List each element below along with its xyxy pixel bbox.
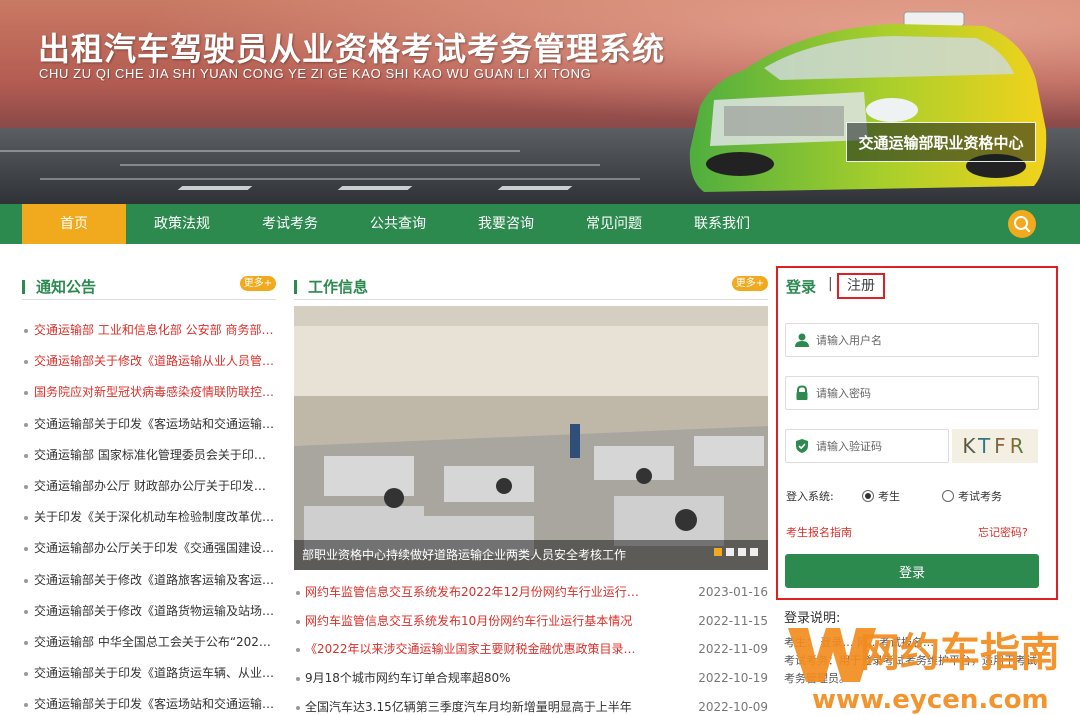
work-item-date: 2022-10-09 [698,699,768,714]
carousel-dot[interactable] [726,548,734,556]
tab-register[interactable]: 注册 [837,273,885,299]
notice-item[interactable]: 交通运输部办公厅关于印发《交通强国建设… [22,533,276,564]
notice-item[interactable]: 国务院应对新型冠状病毒感染疫情联防联控… [22,377,276,408]
photo-caption: 部职业资格中心持续做好道路运输企业两类人员安全考核工作 [294,540,768,570]
work-more-button[interactable]: 更多+ [732,276,768,291]
section-bar [294,280,297,294]
work-item-title: 9月18个城市网约车订单合规率超80% [305,671,511,686]
lane-marking [337,186,413,190]
shield-check-icon [796,439,808,453]
radio-exam-admin[interactable]: 考试考务 [942,488,1002,504]
header-banner: 出租汽车驾驶员从业资格考试考务管理系统 CHU ZU QI CHE JIA SH… [0,0,1080,204]
nav-exams[interactable]: 考试考务 [244,204,336,244]
notice-item[interactable]: 交通运输部 工业和信息化部 公安部 商务部 … [22,315,276,346]
speed-line [0,150,520,152]
speed-line [40,178,640,180]
work-photo-carousel[interactable]: 部职业资格中心持续做好道路运输企业两类人员安全考核工作 [294,306,768,570]
watermark-url: www.eycen.com [812,685,1049,715]
radio-candidate[interactable]: 考生 [862,488,900,504]
work-item-title: 全国汽车达3.15亿辆第三季度汽车月均新增量明显高于上半年 [305,699,632,714]
captcha-text: KTFR [962,434,1028,458]
radio-dot [942,490,954,502]
signup-guide-link[interactable]: 考生报名指南 [786,524,852,540]
watermark-cn: 网约车指南 [860,630,1060,676]
taxi-illustration [689,11,1047,192]
radio-dot-checked [862,490,874,502]
lane-marking [177,186,253,190]
notice-item[interactable]: 交通运输部关于修改《道路货物运输及站场… [22,596,276,627]
work-item-date: 2023-01-16 [698,585,768,599]
notice-item[interactable]: 交通运输部关于印发《客运场站和交通运输… [22,409,276,440]
search-icon [1014,216,1031,233]
notice-item[interactable]: 交通运输部 中华全国总工会关于公布“202… [22,627,276,658]
work-item-date: 2022-11-15 [698,613,768,628]
username-input[interactable] [816,330,1026,350]
notices-list: 交通运输部 工业和信息化部 公安部 商务部 … 交通运输部关于修改《道路运输从业… [22,315,276,715]
nav-faq[interactable]: 常见问题 [568,204,660,244]
watermark-logo: 网约车指南 www.eycen.com [788,628,1060,715]
notice-item[interactable]: 交通运输部办公厅 财政部办公厅关于印发《… [22,471,276,502]
notice-item[interactable]: 交通运输部关于修改《道路运输从业人员管… [22,346,276,377]
nav-policies[interactable]: 政策法规 [136,204,228,244]
work-item-title: 《2022年以来涉交通运输业国家主要财税金融优惠政策目录清… [305,642,645,657]
notices-title: 通知公告 [36,278,97,296]
tab-separator: | [828,276,833,292]
password-field[interactable] [785,376,1039,410]
notices-header: 通知公告 更多+ [22,274,276,300]
login-button[interactable]: 登录 [785,554,1039,588]
site-title: 出租汽车驾驶员从业资格考试考务管理系统 [38,30,666,68]
nav-home[interactable]: 首页 [22,204,126,244]
carousel-dots [710,545,758,559]
login-system-label: 登入系统: [786,490,834,503]
work-item[interactable]: 《2022年以来涉交通运输业国家主要财税金融优惠政策目录清… 2022-11-09 [294,635,768,664]
main-nav: 首页 政策法规 考试考务 公共查询 我要咨询 常见问题 联系我们 [0,204,1080,244]
exam-room-photo [294,306,768,570]
section-bar [22,280,25,294]
work-header: 工作信息 更多+ [294,274,768,300]
work-title: 工作信息 [308,278,369,296]
notice-item[interactable]: 交通运输部关于修改《道路旅客运输及客运… [22,565,276,596]
notice-item[interactable]: 关于印发《关于深化机动车检验制度改革优… [22,502,276,533]
notice-item[interactable]: 交通运输部 国家标准化管理委员会关于印发… [22,440,276,471]
nav-contact[interactable]: 联系我们 [676,204,768,244]
nav-public-query[interactable]: 公共查询 [352,204,444,244]
work-item[interactable]: 网约车监管信息交互系统发布2022年12月份网约车行业运行基… 2023-01-1… [294,578,768,607]
login-panel: 登录 | 注册 KTFR 登入系统: 考生 考试考务 考生报名指南 忘记密码? … [776,266,1058,600]
work-item-title: 网约车监管信息交互系统发布10月份网约车行业运行基本情况 [305,613,633,628]
password-input[interactable] [816,383,1026,403]
radio-exam-admin-label: 考试考务 [958,490,1002,503]
center-name-badge: 交通运输部职业资格中心 [846,122,1036,162]
tab-login[interactable]: 登录 [786,276,816,297]
work-item[interactable]: 网约车监管信息交互系统发布10月份网约车行业运行基本情况 2022-11-15 [294,607,768,636]
username-field[interactable] [785,323,1039,357]
notice-item[interactable]: 交通运输部关于印发《道路货运车辆、从业… [22,658,276,689]
nav-search-button[interactable] [1008,210,1036,238]
site-title-pinyin: CHU ZU QI CHE JIA SHI YUAN CONG YE ZI GE… [39,66,592,81]
work-item[interactable]: 9月18个城市网约车订单合规率超80% 2022-10-19 [294,664,768,693]
radio-candidate-label: 考生 [878,490,900,503]
forgot-password-link[interactable]: 忘记密码? [978,524,1028,540]
lane-marking [497,186,573,190]
work-item[interactable]: 全国汽车达3.15亿辆第三季度汽车月均新增量明显高于上半年 2022-10-09 [294,693,768,715]
carousel-dot[interactable] [750,548,758,556]
work-item-date: 2022-11-09 [698,642,768,657]
speed-line [120,164,600,166]
work-list: 网约车监管信息交互系统发布2022年12月份网约车行业运行基… 2023-01-1… [294,578,768,715]
captcha-input[interactable] [816,436,940,456]
notice-item[interactable]: 交通运输部关于印发《客运场站和交通运输… [22,689,276,715]
notices-more-button[interactable]: 更多+ [240,276,276,291]
work-item-title: 网约车监管信息交互系统发布2022年12月份网约车行业运行基… [305,585,645,599]
lock-icon [796,385,808,400]
carousel-dot[interactable] [738,548,746,556]
carousel-dot[interactable] [714,548,722,556]
captcha-field[interactable] [785,429,949,463]
user-icon [795,333,809,347]
nav-consult[interactable]: 我要咨询 [460,204,552,244]
captcha-image[interactable]: KTFR [952,429,1038,463]
work-item-date: 2022-10-19 [698,671,768,686]
